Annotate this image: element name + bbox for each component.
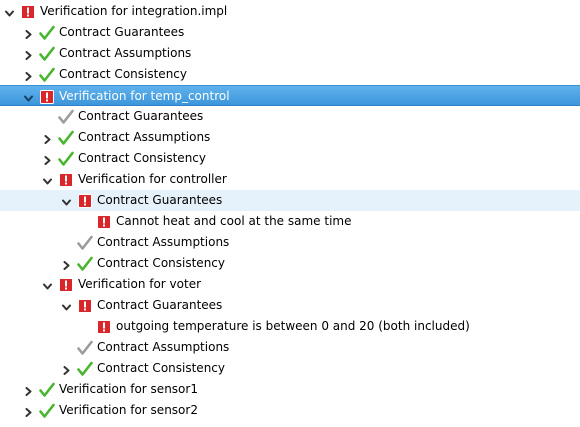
chevron-right-icon[interactable]: [43, 133, 52, 144]
tree-row[interactable]: Contract Guarantees: [0, 295, 580, 316]
chevron-right-icon[interactable]: [24, 385, 33, 396]
tree-item-label: Contract Guarantees: [59, 25, 185, 39]
tree-row[interactable]: Verification for temp_control: [0, 85, 580, 106]
tree-row[interactable]: Verification for controller: [0, 169, 580, 190]
check-icon: [39, 46, 55, 62]
tree-row[interactable]: Verification for sensor2: [0, 400, 580, 421]
tree-row[interactable]: Contract Assumptions: [0, 127, 580, 148]
tree-row[interactable]: Contract Guarantees: [0, 22, 580, 43]
tree-item-label: Contract Consistency: [97, 361, 225, 375]
tree-item-label: Contract Guarantees: [97, 298, 223, 312]
tree-row[interactable]: Verification for integration.impl: [0, 1, 580, 22]
check-icon: [39, 25, 55, 41]
tree-item-label: outgoing temperature is between 0 and 20…: [116, 319, 470, 333]
error-icon: [77, 193, 93, 209]
tree-row[interactable]: Contract Guarantees: [0, 190, 580, 211]
tree-item-label: Verification for sensor2: [59, 403, 198, 417]
check-gray-icon: [77, 235, 93, 251]
error-icon: [77, 298, 93, 314]
tree-item-label: Contract Assumptions: [97, 235, 230, 249]
check-icon: [39, 403, 55, 419]
tree-row[interactable]: Verification for sensor1: [0, 379, 580, 400]
tree-item-label: Contract Assumptions: [59, 46, 192, 60]
tree-row[interactable]: Contract Assumptions: [0, 337, 580, 358]
tree-item-label: Contract Consistency: [97, 256, 225, 270]
chevron-right-icon[interactable]: [24, 406, 33, 417]
chevron-down-icon[interactable]: [62, 196, 71, 206]
chevron-down-icon[interactable]: [5, 7, 14, 17]
tree-row[interactable]: Contract Consistency: [0, 64, 580, 85]
chevron-down-icon[interactable]: [43, 175, 52, 185]
tree-item-label: Verification for sensor1: [59, 382, 198, 396]
tree-row[interactable]: Contract Consistency: [0, 253, 580, 274]
tree-item-label: Contract Consistency: [78, 151, 206, 165]
tree-row[interactable]: Contract Consistency: [0, 148, 580, 169]
check-icon: [77, 361, 93, 377]
tree-row[interactable]: Contract Consistency: [0, 358, 580, 379]
check-gray-icon: [77, 340, 93, 356]
check-icon: [39, 382, 55, 398]
tree-item-label: Verification for voter: [78, 277, 202, 291]
chevron-down-icon[interactable]: [43, 280, 52, 290]
tree-row[interactable]: Contract Guarantees: [0, 106, 580, 127]
tree-item-label: Contract Guarantees: [97, 193, 223, 207]
error-icon: [96, 214, 112, 230]
check-icon: [39, 67, 55, 83]
chevron-right-icon[interactable]: [43, 154, 52, 165]
tree-row[interactable]: Verification for voter: [0, 274, 580, 295]
chevron-right-icon[interactable]: [24, 70, 33, 81]
tree-item-label: Contract Guarantees: [78, 109, 204, 123]
tree-item-label: Cannot heat and cool at the same time: [116, 214, 352, 228]
error-icon: [96, 319, 112, 335]
tree-row[interactable]: Cannot heat and cool at the same time: [0, 211, 580, 232]
chevron-down-icon[interactable]: [24, 92, 33, 102]
chevron-right-icon[interactable]: [62, 259, 71, 270]
tree-item-label: Verification for controller: [78, 172, 227, 186]
chevron-down-icon[interactable]: [62, 301, 71, 311]
tree-row[interactable]: Contract Assumptions: [0, 43, 580, 64]
chevron-right-icon[interactable]: [24, 49, 33, 60]
check-icon: [58, 151, 74, 167]
tree-item-label: Verification for temp_control: [59, 89, 230, 103]
check-icon: [77, 256, 93, 272]
error-icon: [20, 4, 36, 20]
chevron-right-icon[interactable]: [24, 28, 33, 39]
tree-item-label: Contract Assumptions: [78, 130, 211, 144]
chevron-right-icon[interactable]: [62, 364, 71, 375]
tree-row[interactable]: outgoing temperature is between 0 and 20…: [0, 316, 580, 337]
tree-item-label: Contract Consistency: [59, 67, 187, 81]
error-icon: [58, 277, 74, 293]
error-icon: [39, 89, 55, 105]
verification-results-tree[interactable]: Verification for integration.impl Contrac…: [0, 0, 580, 427]
check-icon: [58, 130, 74, 146]
tree-row[interactable]: Contract Assumptions: [0, 232, 580, 253]
tree-item-label: Contract Assumptions: [97, 340, 230, 354]
error-icon: [58, 172, 74, 188]
tree-item-label: Verification for integration.impl: [40, 4, 228, 18]
check-gray-icon: [58, 109, 74, 125]
